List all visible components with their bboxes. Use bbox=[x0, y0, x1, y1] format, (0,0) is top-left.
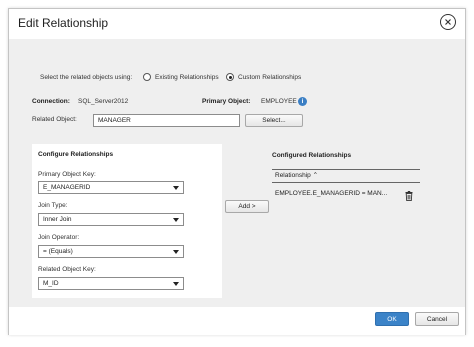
cancel-button[interactable]: Cancel bbox=[415, 312, 459, 326]
join-operator-select[interactable]: = (Equals) bbox=[38, 245, 184, 258]
join-operator-value: = (Equals) bbox=[43, 248, 73, 255]
chevron-down-icon bbox=[173, 249, 179, 254]
related-object-label: Related Object: bbox=[32, 116, 77, 123]
close-icon[interactable] bbox=[440, 14, 456, 30]
related-key-label: Related Object Key: bbox=[38, 266, 96, 273]
related-key-value: M_ID bbox=[43, 280, 59, 287]
dialog-title: Edit Relationship bbox=[18, 16, 109, 30]
connection-value: SQL_Server2012 bbox=[78, 98, 129, 105]
join-type-select[interactable]: Inner Join bbox=[38, 213, 184, 226]
radio-custom-label: Custom Relationships bbox=[238, 74, 302, 81]
primary-object-value: EMPLOYEE bbox=[261, 98, 297, 105]
radio-existing-label: Existing Relationships bbox=[155, 74, 219, 81]
chevron-down-icon bbox=[173, 217, 179, 222]
connection-label: Connection: bbox=[32, 98, 70, 105]
join-type-value: Inner Join bbox=[43, 216, 72, 223]
primary-object-label: Primary Object: bbox=[202, 98, 251, 105]
dialog-footer: OK Cancel bbox=[9, 307, 465, 335]
trash-icon[interactable] bbox=[405, 188, 413, 206]
relationship-column-header[interactable]: Relationship ⌃ bbox=[272, 169, 420, 183]
table-row[interactable]: EMPLOYEE.E_MANAGERID = MAN... bbox=[272, 188, 420, 200]
configure-relationships-panel: Configure Relationships Primary Object K… bbox=[32, 144, 222, 298]
chevron-down-icon bbox=[173, 281, 179, 286]
ok-button[interactable]: OK bbox=[375, 312, 409, 326]
dialog-body: Select the related objects using: Existi… bbox=[9, 39, 465, 307]
configured-heading: Configured Relationships bbox=[272, 152, 352, 159]
add-button[interactable]: Add > bbox=[225, 200, 269, 213]
selection-prompt: Select the related objects using: bbox=[40, 74, 133, 81]
primary-key-label: Primary Object Key: bbox=[38, 171, 96, 178]
related-key-select[interactable]: M_ID bbox=[38, 277, 184, 290]
edit-relationship-dialog: Edit Relationship Select the related obj… bbox=[8, 8, 466, 335]
join-operator-label: Join Operator: bbox=[38, 234, 80, 241]
primary-key-select[interactable]: E_MANAGERID bbox=[38, 181, 184, 194]
radio-existing-relationships[interactable] bbox=[143, 73, 151, 81]
chevron-down-icon bbox=[173, 185, 179, 190]
related-object-input[interactable]: MANAGER bbox=[93, 114, 240, 127]
primary-key-value: E_MANAGERID bbox=[43, 184, 91, 191]
configure-heading: Configure Relationships bbox=[38, 151, 114, 158]
join-type-label: Join Type: bbox=[38, 202, 68, 209]
select-button[interactable]: Select... bbox=[245, 114, 303, 127]
radio-custom-relationships[interactable] bbox=[226, 73, 234, 81]
info-icon[interactable]: i bbox=[298, 97, 307, 106]
